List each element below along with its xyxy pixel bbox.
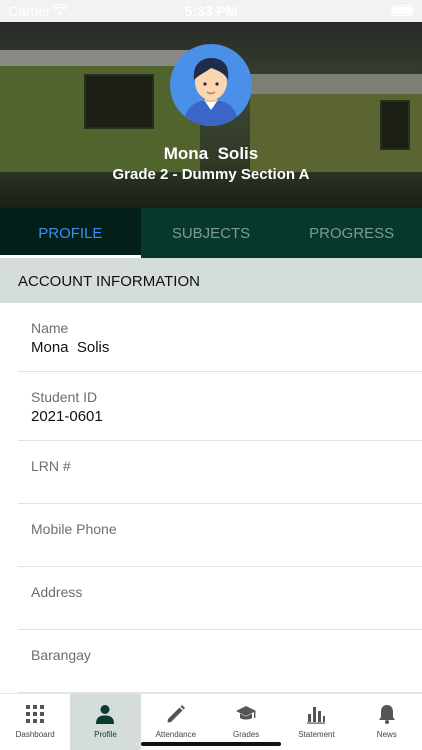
field-label: Barangay (31, 647, 91, 663)
bell-icon (378, 705, 395, 724)
field-value: Mona Solis (31, 339, 110, 356)
tab-profile[interactable]: PROFILE (0, 208, 141, 258)
bar-chart-icon (307, 707, 326, 724)
field-label: LRN # (31, 458, 71, 474)
student-section: Grade 2 - Dummy Section A (112, 166, 310, 183)
field-lrn: LRN # (18, 441, 422, 504)
nav-news[interactable]: News (352, 694, 422, 750)
field-student-id: Student ID 2021-0601 (18, 372, 422, 441)
nav-label: Grades (233, 730, 260, 739)
nav-dashboard[interactable]: Dashboard (0, 694, 70, 750)
account-information-header: ACCOUNT INFORMATION (0, 258, 422, 303)
profile-header: Mona Solis Grade 2 - Dummy Section A (0, 22, 422, 208)
field-barangay: Barangay (18, 630, 422, 693)
field-mobile-phone: Mobile Phone (18, 504, 422, 567)
field-label: Mobile Phone (31, 521, 117, 537)
nav-label: News (376, 730, 397, 739)
status-time: 5:33 PM (184, 3, 238, 19)
home-indicator (141, 742, 281, 746)
field-label: Student ID (31, 389, 98, 405)
battery-icon (390, 5, 414, 16)
field-value: 2021-0601 (31, 408, 103, 425)
person-icon (96, 705, 115, 724)
field-name: Name Mona Solis (18, 303, 422, 372)
nav-label: Attendance (155, 730, 197, 739)
field-label: Name (31, 320, 69, 336)
nav-label: Statement (298, 730, 335, 739)
nav-profile[interactable]: Profile (70, 694, 141, 750)
account-fields: Name Mona Solis Student ID 2021-0601 LRN… (18, 303, 422, 693)
tab-subjects[interactable]: SUBJECTS (141, 208, 282, 258)
avatar[interactable] (170, 44, 252, 126)
pencil-icon (167, 705, 185, 723)
graduation-cap-icon (236, 706, 257, 720)
student-name: Mona Solis (163, 144, 259, 163)
grid-icon (26, 705, 45, 723)
tab-progress[interactable]: PROGRESS (281, 208, 422, 258)
student-avatar-icon (184, 58, 238, 126)
nav-label: Dashboard (15, 730, 55, 739)
nav-label: Profile (94, 730, 117, 739)
field-address: Address (18, 567, 422, 630)
profile-tabs: PROFILE SUBJECTS PROGRESS (0, 208, 422, 258)
field-label: Address (31, 584, 83, 600)
nav-statement[interactable]: Statement (281, 694, 351, 750)
status-bar: Carrier 5:33 PM (0, 0, 422, 22)
